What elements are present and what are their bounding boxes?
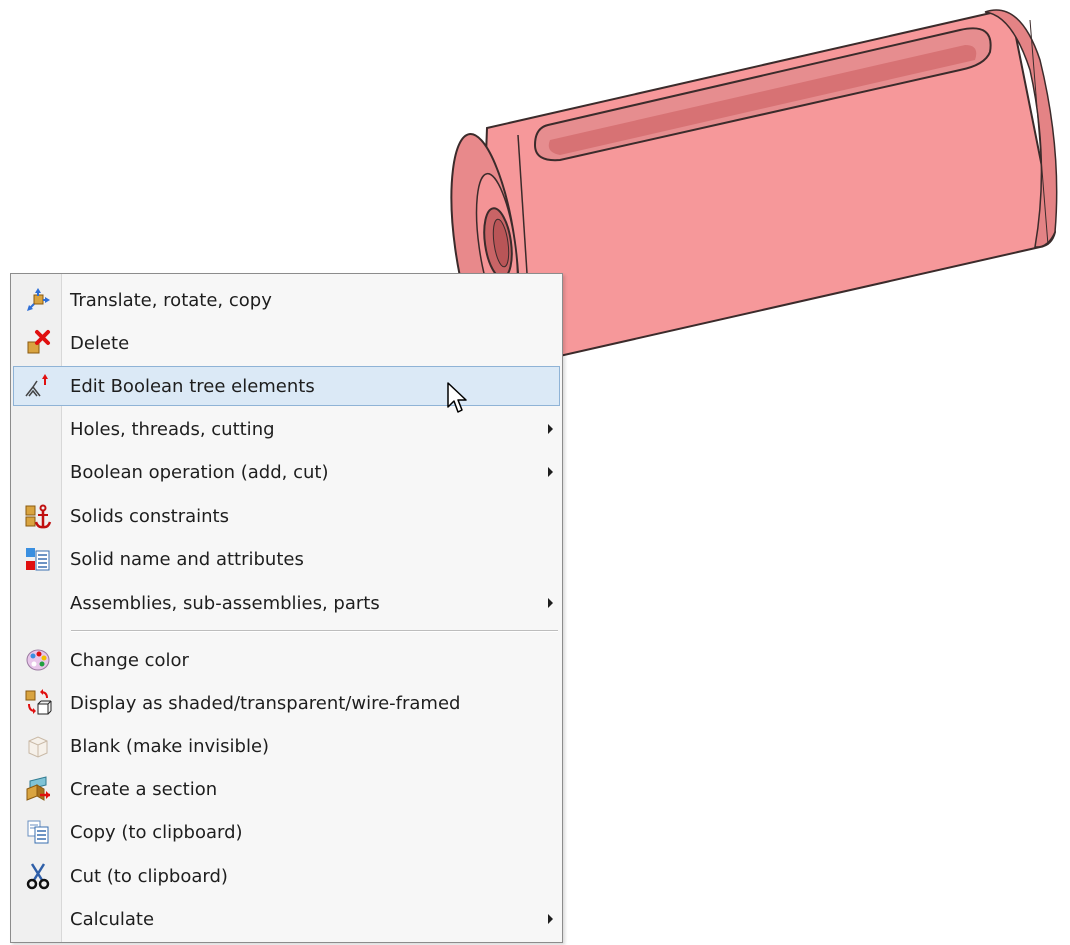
menu-item-copy[interactable]: Copy (to clipboard) bbox=[13, 812, 560, 852]
menu-item-label: Boolean operation (add, cut) bbox=[70, 461, 329, 483]
menu-item-solid-name-attributes[interactable]: Solid name and attributes bbox=[13, 539, 560, 579]
menu-item-label: Holes, threads, cutting bbox=[70, 418, 275, 440]
boolean-tree-icon bbox=[14, 367, 62, 405]
menu-item-edit-boolean-tree[interactable]: Edit Boolean tree elements bbox=[13, 366, 560, 406]
menu-icon-empty bbox=[14, 453, 62, 491]
menu-item-label: Delete bbox=[70, 332, 130, 354]
menu-item-label: Copy (to clipboard) bbox=[70, 821, 243, 843]
translate-icon bbox=[14, 281, 62, 319]
submenu-arrow-icon bbox=[548, 467, 553, 477]
delete-icon bbox=[14, 324, 62, 362]
menu-item-label: Display as shaded/transparent/wire-frame… bbox=[70, 692, 461, 714]
menu-item-label: Create a section bbox=[70, 778, 218, 800]
menu-item-label: Change color bbox=[70, 649, 189, 671]
menu-item-label: Solid name and attributes bbox=[70, 548, 304, 570]
menu-item-solids-constraints[interactable]: Solids constraints bbox=[13, 496, 560, 536]
menu-item-label: Solids constraints bbox=[70, 505, 229, 527]
menu-item-label: Assemblies, sub-assemblies, parts bbox=[70, 592, 380, 614]
menu-icon-empty bbox=[14, 410, 62, 448]
menu-item-label: Calculate bbox=[70, 908, 155, 930]
menu-item-label: Cut (to clipboard) bbox=[70, 865, 228, 887]
anchor-icon bbox=[14, 497, 62, 535]
menu-item-assemblies[interactable]: Assemblies, sub-assemblies, parts bbox=[13, 583, 560, 623]
menu-item-change-color[interactable]: Change color bbox=[13, 640, 560, 680]
menu-item-holes-threads-cutting[interactable]: Holes, threads, cutting bbox=[13, 409, 560, 449]
submenu-arrow-icon bbox=[548, 598, 553, 608]
menu-separator bbox=[71, 630, 558, 632]
scissors-icon bbox=[14, 857, 62, 895]
mouse-pointer-icon bbox=[447, 382, 467, 413]
menu-item-boolean-operation[interactable]: Boolean operation (add, cut) bbox=[13, 452, 560, 492]
section-icon bbox=[14, 770, 62, 808]
attributes-icon bbox=[14, 540, 62, 578]
copy-icon bbox=[14, 813, 62, 851]
menu-item-create-section[interactable]: Create a section bbox=[13, 769, 560, 809]
menu-icon-empty bbox=[14, 584, 62, 622]
menu-icon-empty bbox=[14, 900, 62, 938]
menu-item-label: Blank (make invisible) bbox=[70, 735, 270, 757]
context-menu: Translate, rotate, copy Delete Edit Bool… bbox=[10, 273, 563, 943]
menu-item-translate-rotate-copy[interactable]: Translate, rotate, copy bbox=[13, 280, 560, 320]
menu-item-delete[interactable]: Delete bbox=[13, 323, 560, 363]
menu-item-label: Translate, rotate, copy bbox=[70, 289, 272, 311]
submenu-arrow-icon bbox=[548, 424, 553, 434]
submenu-arrow-icon bbox=[548, 914, 553, 924]
menu-item-calculate[interactable]: Calculate bbox=[13, 899, 560, 939]
menu-item-blank[interactable]: Blank (make invisible) bbox=[13, 726, 560, 766]
palette-icon bbox=[14, 641, 62, 679]
menu-item-display-mode[interactable]: Display as shaded/transparent/wire-frame… bbox=[13, 683, 560, 723]
menu-item-cut[interactable]: Cut (to clipboard) bbox=[13, 856, 560, 896]
blank-icon bbox=[14, 727, 62, 765]
display-mode-icon bbox=[14, 684, 62, 722]
menu-item-label: Edit Boolean tree elements bbox=[70, 375, 315, 397]
